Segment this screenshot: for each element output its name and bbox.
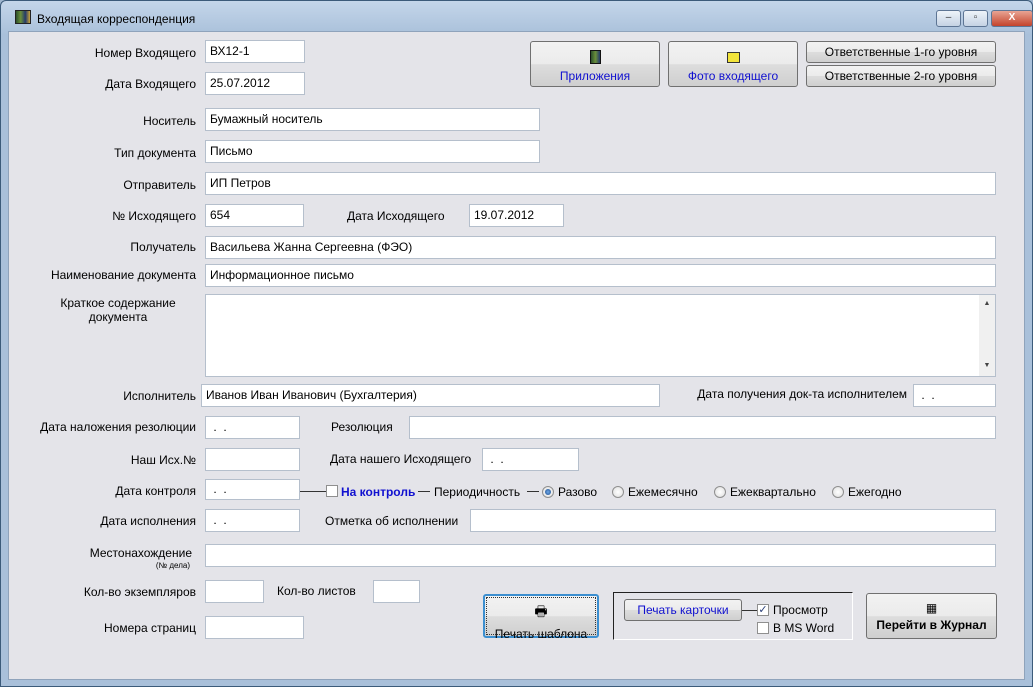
resolution-label: Резолюция <box>331 420 393 434</box>
carrier-input[interactable]: Бумажный носитель <box>205 108 540 131</box>
table-icon: ▦ <box>925 601 938 615</box>
on-control-checkbox[interactable] <box>326 485 338 497</box>
sheets-input[interactable] <box>373 580 420 603</box>
summary-label: Краткое содержание документа <box>40 296 196 324</box>
our-out-date-label: Дата нашего Исходящего <box>330 452 472 466</box>
print-card-button[interactable]: Печать карточки <box>624 599 742 621</box>
doc-name-input[interactable]: Информационное письмо <box>205 264 996 287</box>
window-title: Входящая корреспонденция <box>37 12 196 26</box>
radio-monthly[interactable] <box>612 486 624 498</box>
incoming-no-input[interactable]: ВХ12-1 <box>205 40 305 63</box>
summary-label-line2: документа <box>88 310 148 324</box>
radio-once[interactable] <box>542 486 554 498</box>
photo-label: Фото входящего <box>687 69 779 83</box>
resolution-input[interactable] <box>409 416 996 439</box>
responsible-level2-button[interactable]: Ответственные 2-го уровня <box>806 65 996 87</box>
recipient-label: Получатель <box>130 240 196 254</box>
execution-date-label: Дата исполнения <box>100 514 196 528</box>
executor-input[interactable]: Иванов Иван Иванович (Бухгалтерия) <box>201 384 660 407</box>
outgoing-date-label: Дата Исходящего <box>347 209 445 223</box>
execution-mark-label: Отметка об исполнении <box>325 514 459 528</box>
radio-yearly-label[interactable]: Ежегодно <box>848 485 902 499</box>
sender-input[interactable]: ИП Петров <box>205 172 996 195</box>
doc-type-label: Тип документа <box>114 146 196 160</box>
connector-line <box>300 491 326 492</box>
photo-button[interactable]: Фото входящего <box>668 41 798 87</box>
preview-checkbox[interactable]: ✓ <box>757 604 769 616</box>
control-date-input[interactable]: . . <box>205 479 300 500</box>
go-journal-button[interactable]: ▦ Перейти в Журнал <box>866 593 997 639</box>
responsible-level1-button[interactable]: Ответственные 1-го уровня <box>806 41 996 63</box>
minimize-button[interactable]: ‒ <box>936 10 961 27</box>
outgoing-date-input[interactable]: 19.07.2012 <box>469 204 564 227</box>
scroll-down-icon[interactable]: ▼ <box>979 362 995 369</box>
doc-type-input[interactable]: Письмо <box>205 140 540 163</box>
our-out-no-input[interactable] <box>205 448 300 471</box>
book-icon <box>589 50 601 64</box>
attachments-label: Приложения <box>559 69 631 83</box>
incoming-date-label: Дата Входящего <box>105 77 196 91</box>
go-journal-label: Перейти в Журнал <box>876 618 987 632</box>
outgoing-no-label: № Исходящего <box>112 209 196 223</box>
incoming-date-input[interactable]: 25.07.2012 <box>205 72 305 95</box>
incoming-no-label: Номер Входящего <box>94 46 196 60</box>
sheets-label: Кол-во листов <box>277 584 356 598</box>
summary-scrollbar[interactable]: ▲ ▼ <box>979 295 995 376</box>
connector-line <box>527 491 539 492</box>
print-template-button[interactable]: 🖶 Печать шаблона <box>483 594 599 641</box>
connector-line <box>418 491 430 492</box>
location-label: Местонахождение <box>89 546 192 560</box>
scroll-up-icon[interactable]: ▲ <box>979 300 995 307</box>
outgoing-no-input[interactable]: 654 <box>205 204 304 227</box>
pages-input[interactable] <box>205 616 304 639</box>
on-control-label[interactable]: На контроль <box>341 485 415 499</box>
doc-name-label: Наименование документа <box>50 268 196 282</box>
executor-label: Исполнитель <box>123 389 196 403</box>
pages-label: Номера страниц <box>104 621 196 635</box>
location-input[interactable] <box>205 544 996 567</box>
summary-label-line1: Краткое содержание <box>60 296 176 310</box>
carrier-label: Носитель <box>143 114 196 128</box>
resolution-date-input[interactable]: . . <box>205 416 300 439</box>
copies-input[interactable] <box>205 580 264 603</box>
photo-folder-icon <box>726 52 740 63</box>
maximize-button[interactable]: ▫ <box>963 10 988 27</box>
radio-quarterly-label[interactable]: Ежеквартально <box>730 485 816 499</box>
location-sublabel: (№ дела) <box>155 561 190 570</box>
summary-textarea[interactable] <box>205 294 996 377</box>
execution-date-input[interactable]: . . <box>205 509 300 532</box>
periodicity-label: Периодичность <box>434 485 521 499</box>
our-out-no-label: Наш Исх.№ <box>130 453 196 467</box>
print-template-label: Печать шаблона <box>494 627 588 641</box>
radio-once-label[interactable]: Разово <box>558 485 597 499</box>
radio-yearly[interactable] <box>832 486 844 498</box>
resolution-date-label: Дата наложения резолюции <box>40 420 196 434</box>
execution-mark-input[interactable] <box>470 509 996 532</box>
our-out-date-input[interactable]: . . <box>482 448 579 471</box>
close-button[interactable]: X <box>991 10 1033 27</box>
printer-icon: 🖶 <box>534 603 548 619</box>
app-icon <box>15 10 31 24</box>
sender-label: Отправитель <box>123 178 196 192</box>
control-date-label: Дата контроля <box>115 484 196 498</box>
ms-word-label[interactable]: В MS Word <box>773 621 834 635</box>
recipient-input[interactable]: Васильева Жанна Сергеевна (ФЭО) <box>205 236 996 259</box>
copies-label: Кол-во экземпляров <box>83 585 196 599</box>
executor-received-date-label: Дата получения док-та исполнителем <box>697 387 907 401</box>
radio-quarterly[interactable] <box>714 486 726 498</box>
preview-label[interactable]: Просмотр <box>773 603 828 617</box>
connector-line <box>742 610 757 611</box>
executor-received-date-input[interactable]: . . <box>913 384 996 407</box>
attachments-button[interactable]: Приложения <box>530 41 660 87</box>
ms-word-checkbox[interactable] <box>757 622 769 634</box>
radio-monthly-label[interactable]: Ежемесячно <box>628 485 698 499</box>
